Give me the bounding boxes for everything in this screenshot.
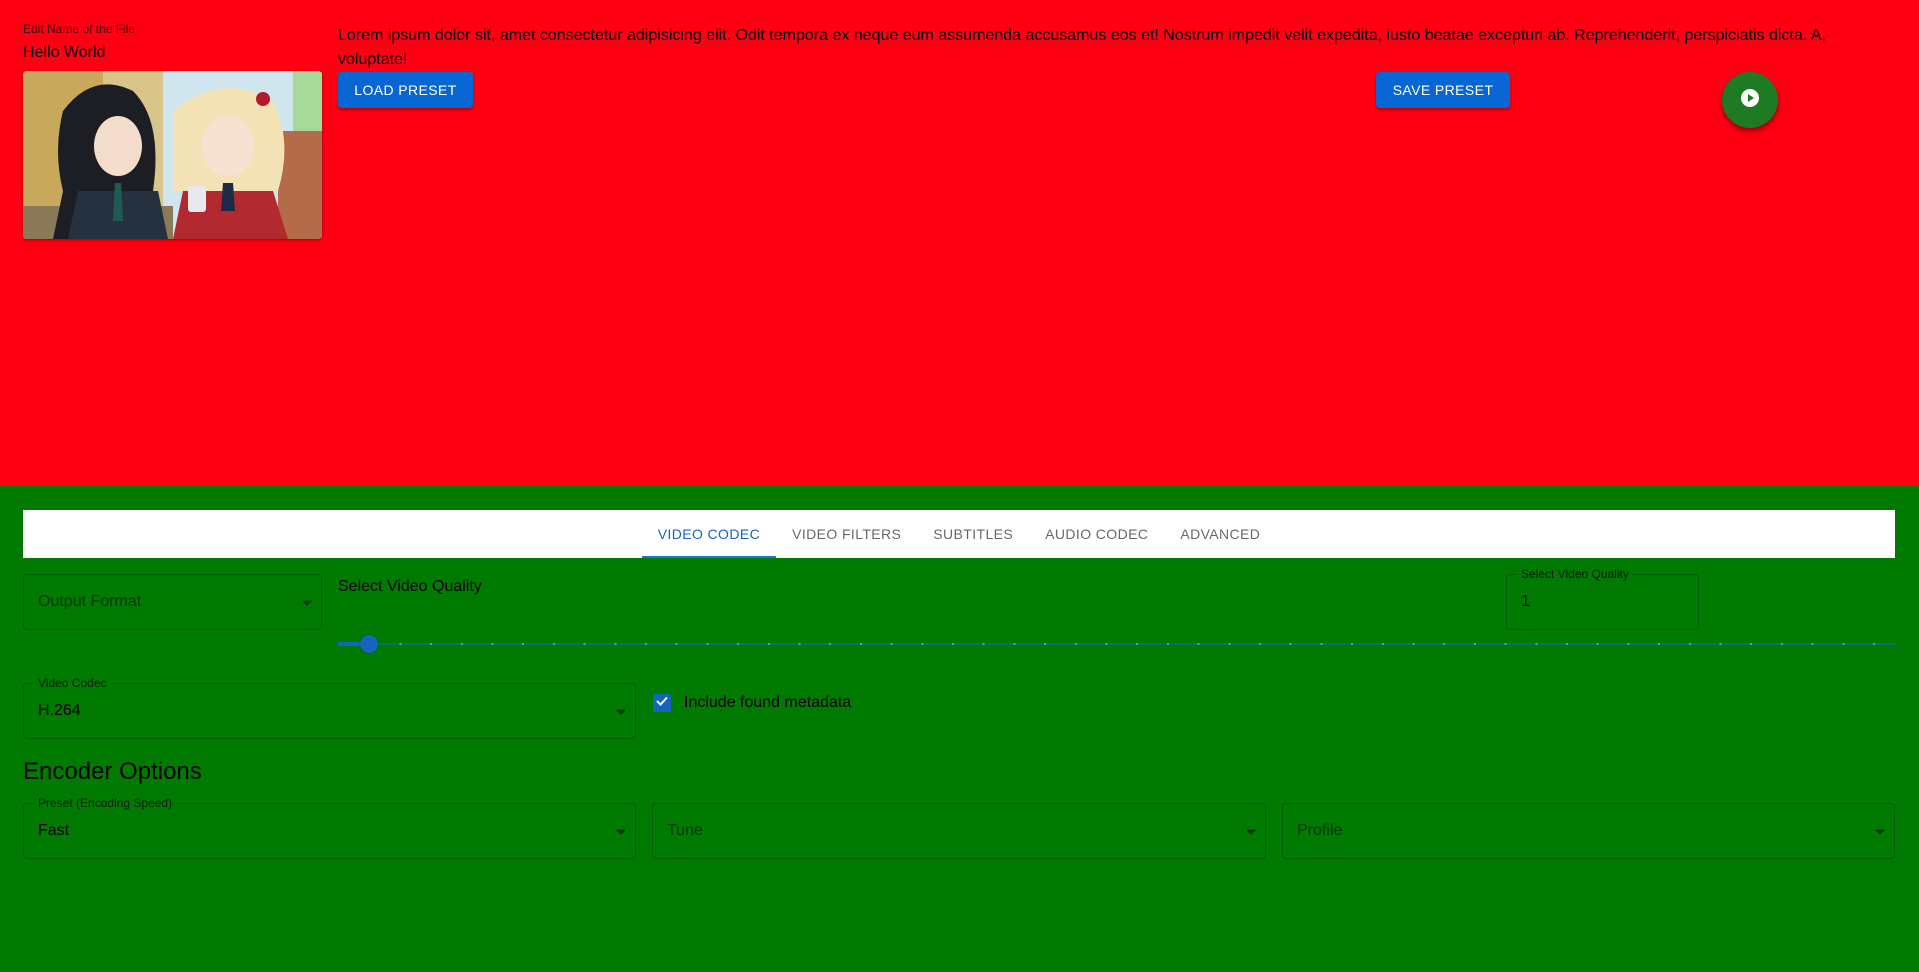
load-preset-button[interactable]: Load Preset [338,72,473,108]
file-name-input[interactable]: Hello World [23,44,105,62]
slider-marks [338,643,1896,645]
preset-panel: Edit Name of the File Hello World Lorem … [0,0,1919,486]
start-encode-button[interactable] [1722,72,1778,128]
slider-thumb[interactable] [359,635,378,653]
settings-tabs: Video Codec Video Filters Subtitles Audi… [23,510,1895,558]
video-codec-value: H.264 [38,702,81,719]
tab-subtitles[interactable]: Subtitles [917,510,1029,558]
tab-advanced[interactable]: Advanced [1164,510,1276,558]
video-codec-label: Video Codec [34,676,111,690]
preset-select[interactable]: Preset (Encoding Speed) Fast [23,796,636,859]
include-metadata-checkbox[interactable] [653,694,671,712]
include-metadata-label: Include found metadata [684,694,852,711]
video-codec-select[interactable]: Video Codec H.264 [23,676,636,739]
tune-select[interactable]: Tune [652,803,1266,859]
tab-audio-codec[interactable]: Audio Codec [1029,510,1164,558]
preset-value: Fast [38,822,70,839]
output-format-select[interactable]: Output Format [23,574,322,630]
video-quality-value: 1 [1521,593,1530,610]
file-name-label: Edit Name of the File [23,22,136,36]
save-preset-button[interactable]: Save Preset [1376,72,1510,108]
chevron-down-icon [302,600,312,606]
chevron-down-icon [1246,829,1256,835]
chevron-down-icon [1875,829,1885,835]
tab-video-codec[interactable]: Video Codec [641,510,777,558]
play-circle-icon [1740,88,1760,113]
chevron-down-icon [616,709,626,715]
tune-placeholder: Tune [667,822,703,839]
video-thumbnail [23,71,322,239]
video-quality-input[interactable]: Select Video Quality 1 [1506,567,1699,630]
video-quality-slider[interactable] [338,634,1896,654]
preset-label: Preset (Encoding Speed) [34,796,177,810]
profile-placeholder: Profile [1297,822,1343,839]
encoder-options-heading: Encoder Options [23,758,202,785]
video-quality-title: Select Video Quality [338,578,482,595]
checkmark-icon [655,694,669,713]
file-description: Lorem ipsum dolor sit, amet consectetur … [338,27,1826,68]
chevron-down-icon [616,829,626,835]
output-format-placeholder: Output Format [38,593,142,610]
profile-select[interactable]: Profile [1282,803,1895,859]
video-quality-input-label: Select Video Quality [1517,567,1633,581]
tab-video-filters[interactable]: Video Filters [776,510,917,558]
